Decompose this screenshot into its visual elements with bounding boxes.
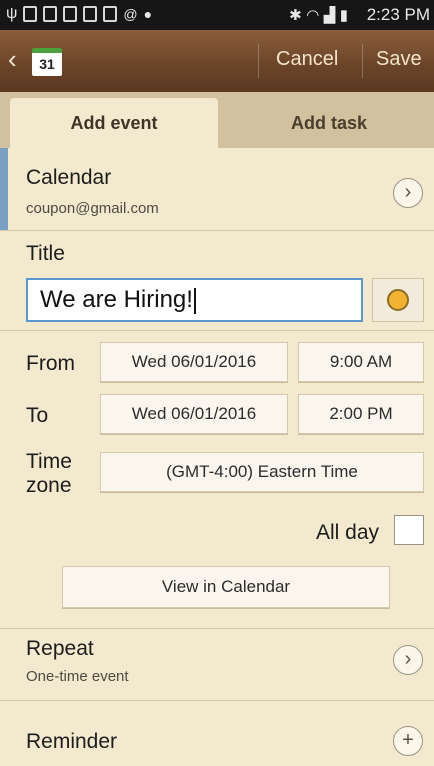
cancel-button[interactable]: Cancel [276,48,338,71]
wifi-icon: ◠ [306,7,320,24]
from-time-button[interactable]: 9:00 AM [298,342,424,382]
view-in-calendar-label: View in Calendar [161,577,291,596]
cell-signal-icon: ▟ [323,7,336,24]
chevron-right-icon[interactable]: › [393,178,423,208]
to-time-button[interactable]: 2:00 PM [298,394,424,434]
timezone-value: (GMT-4:00) Eastern Time [166,462,358,481]
reminder-row[interactable]: Reminder + [0,700,434,766]
calendar-app-icon[interactable]: 31 [32,48,62,76]
repeat-label: Repeat [26,637,94,660]
calendar-color-bar [0,148,8,230]
image-notification-icon [63,6,78,22]
text-cursor [193,287,196,314]
divider [0,230,434,231]
view-in-calendar-button[interactable]: View in Calendar [62,566,390,608]
tab-add-task[interactable]: Add task [224,98,434,148]
repeat-value: One-time event [26,668,129,685]
sticker-button[interactable] [372,278,424,322]
calendar-label: Calendar [26,166,112,189]
notification-icons: ψ @ ● [6,6,152,22]
repeat-row[interactable]: Repeat One-time event › [0,628,434,700]
sync-icon: @ [123,6,138,22]
title-label: Title [26,242,65,265]
tab-label: Add task [290,113,368,133]
from-time: 9:00 AM [329,352,393,371]
status-time: 2:23 PM [366,5,430,24]
to-time: 2:00 PM [329,404,393,423]
timezone-button[interactable]: (GMT-4:00) Eastern Time [100,452,424,492]
back-arrow-icon[interactable]: ‹ [8,46,17,72]
calendar-selector[interactable]: Calendar coupon@gmail.com › [0,148,434,230]
title-input-value: We are Hiring! [40,286,193,313]
chevron-right-icon[interactable]: › [393,645,423,675]
app-bar: ‹ 31 Cancel Save [0,30,434,92]
calendar-icon-day: 31 [39,56,55,72]
battery-notification-icon [23,6,38,22]
tab-bar: Add event Add task [0,92,434,148]
timezone-label-line2: zone [26,474,72,497]
save-button[interactable]: Save [376,48,422,71]
from-date: Wed 06/01/2016 [131,352,257,371]
to-label: To [26,404,49,427]
title-input[interactable]: We are Hiring! [26,278,363,322]
plus-icon[interactable]: + [393,726,423,756]
image-notification-icon [103,6,118,22]
calendar-account: coupon@gmail.com [26,200,159,217]
divider [0,330,434,331]
chat-icon: ● [143,6,153,22]
from-label: From [26,352,75,375]
all-day-checkbox[interactable] [394,515,424,545]
tab-add-event[interactable]: Add event [10,98,218,148]
from-date-button[interactable]: Wed 06/01/2016 [100,342,288,382]
status-bar: ψ @ ● ✱ ◠ ▟ ▮ 2:23 PM [0,0,434,30]
sticker-icon [387,289,409,311]
image-notification-icon [83,6,98,22]
timezone-label: Time zone [26,450,72,498]
divider [258,44,259,78]
image-notification-icon [43,6,58,22]
tab-label: Add event [70,113,158,133]
battery-icon: ▮ [339,7,348,24]
signal-icons: ✱ ◠ ▟ ▮ [289,6,348,25]
usb-icon: ψ [6,5,18,22]
bluetooth-icon: ✱ [289,7,302,24]
divider [362,44,363,78]
to-date: Wed 06/01/2016 [131,404,257,423]
to-date-button[interactable]: Wed 06/01/2016 [100,394,288,434]
reminder-label: Reminder [26,730,118,753]
all-day-label: All day [316,521,380,544]
timezone-label-line1: Time [26,450,72,473]
